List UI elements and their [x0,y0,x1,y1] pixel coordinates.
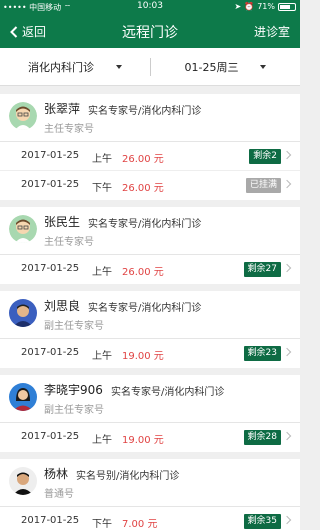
slot-period: 上午 [92,435,112,446]
battery-fill [280,4,290,9]
doctor-title: 主任专家号 [44,124,94,135]
appointment-slot-row[interactable]: 2017-01-25 上午 19.00 元 剩余23 [0,339,300,368]
doctor-card: 张翠萍 实名专家号/消化内科门诊主任专家号 2017-01-25 上午 26.00 元 剩… [0,94,300,200]
appointment-slot-row[interactable]: 2017-01-25 上午 19.00 元 剩余28 [0,423,300,452]
nav-bar: 返回 远程门诊 进诊室 [0,14,300,48]
slot-period: 上午 [92,267,112,278]
doctor-header[interactable]: 刘思良 实名专家号/消化内科门诊副主任专家号 [0,291,300,339]
doctor-title: 副主任专家号 [44,321,104,332]
slot-availability-badge[interactable]: 剩余2 [249,149,281,164]
slot-availability-badge[interactable]: 剩余23 [243,346,281,361]
doctor-card: 李晓宇906 实名专家号/消化内科门诊 副主任专家号 2017-01-25 上午 19.0… [0,375,300,452]
doctor-avatar [9,299,37,327]
slot-period: 上午 [92,154,112,165]
department-dropdown[interactable]: 消化内科门诊 [0,48,150,86]
doctor-avatar [9,383,37,411]
date-value: 01-25周三 [184,61,239,74]
doctor-card: 刘思良 实名专家号/消化内科门诊副主任专家号 2017-01-25 上午 19.00 元… [0,291,300,368]
slot-price: 26.00 元 [122,154,164,165]
chevron-right-icon [282,431,292,441]
filter-bar: 消化内科门诊 01-25周三 [0,48,300,86]
slot-date: 2017-01-25 [21,263,80,274]
doctor-name: 李晓宇906 [44,383,103,397]
slot-period: 上午 [92,351,112,362]
doctor-name: 张民生 [44,215,81,229]
slot-price: 26.00 元 [122,183,164,194]
slot-availability-badge[interactable]: 剩余35 [243,514,281,529]
slot-availability-badge[interactable]: 剩余28 [243,430,281,445]
app-screen: ••••• 中国移动 ⌔ 10:03 ➤ ⏰ 71% 返回 远程门诊 进诊室 消… [0,0,300,530]
doctor-header[interactable]: 张翠萍 实名专家号/消化内科门诊主任专家号 [0,94,300,142]
slot-price: 19.00 元 [122,351,164,362]
department-value: 消化内科门诊 [28,61,94,74]
doctor-title: 普通号 [44,489,74,500]
slot-availability-badge[interactable]: 剩余27 [243,262,281,277]
chevron-right-icon [282,347,292,357]
battery-icon [278,2,296,11]
doctor-avatar [9,102,37,130]
chevron-right-icon [282,515,292,525]
caret-down-icon [260,65,267,69]
appointment-slot-row[interactable]: 2017-01-25 下午 7.00 元 剩余35 [0,507,300,530]
doctor-avatar [9,215,37,243]
appointment-slot-row[interactable]: 2017-01-25 上午 26.00 元 剩余27 [0,255,300,284]
doctor-header[interactable]: 李晓宇906 实名专家号/消化内科门诊 副主任专家号 [0,375,300,423]
battery-percent: 71% [257,2,275,11]
slot-availability-badge: 已挂满 [245,178,281,193]
status-bar: ••••• 中国移动 ⌔ 10:03 ➤ ⏰ 71% [0,0,300,14]
doctor-registration-type: 实名专家号/消化内科门诊 [111,387,225,398]
slot-period: 下午 [92,183,112,194]
doctor-registration-type: 实名专家号/消化内科门诊 [88,106,202,117]
slot-date: 2017-01-25 [21,150,80,161]
slot-price: 7.00 元 [122,519,158,530]
doctor-header[interactable]: 张民生 实名专家号/消化内科门诊主任专家号 [0,207,300,255]
slot-date: 2017-01-25 [21,515,80,526]
slot-date: 2017-01-25 [21,347,80,358]
appointment-slot-row[interactable]: 2017-01-25 下午 26.00 元 已挂满 [0,171,300,200]
status-right: ➤ ⏰ 71% [235,2,296,11]
enter-room-button[interactable]: 进诊室 [254,23,290,40]
doctor-registration-type: 实名号别/消化内科门诊 [76,471,180,482]
appointment-slot-row[interactable]: 2017-01-25 上午 26.00 元 剩余2 [0,142,300,171]
slot-price: 19.00 元 [122,435,164,446]
doctor-header[interactable]: 杨林 实名号别/消化内科门诊 普通号 [0,459,300,507]
doctor-name: 张翠萍 [44,102,81,116]
doctor-list: 张翠萍 实名专家号/消化内科门诊 主任专家号 2017-01-25 上午 26.00 元剩… [0,94,300,530]
alarm-icon: ⏰ [244,2,255,11]
chevron-right-icon [282,263,292,273]
slot-period: 下午 [92,519,112,530]
doctor-registration-type: 实名专家号/消化内科门诊 [88,303,202,314]
slot-price: 26.00 元 [122,267,164,278]
doctor-card: 杨林 实名号别/消化内科门诊 普通号 2017-01-25 下午 7.00 元 剩余35 [0,459,300,530]
doctor-name: 刘思良 [44,299,81,313]
location-icon: ➤ [234,2,242,11]
slot-date: 2017-01-25 [21,179,80,190]
caret-down-icon [116,65,122,69]
date-dropdown[interactable]: 01-25周三 [151,48,300,86]
doctor-registration-type: 实名专家号/消化内科门诊 [88,219,202,230]
doctor-avatar [9,467,37,495]
chevron-right-icon [282,179,292,189]
slot-date: 2017-01-25 [21,431,80,442]
doctor-title: 主任专家号 [44,237,94,248]
doctor-card: 张民生 实名专家号/消化内科门诊主任专家号 2017-01-25 上午 26.00 元 剩… [0,207,300,284]
doctor-name: 杨林 [44,467,69,481]
doctor-title: 副主任专家号 [44,405,104,416]
chevron-right-icon [282,150,292,160]
